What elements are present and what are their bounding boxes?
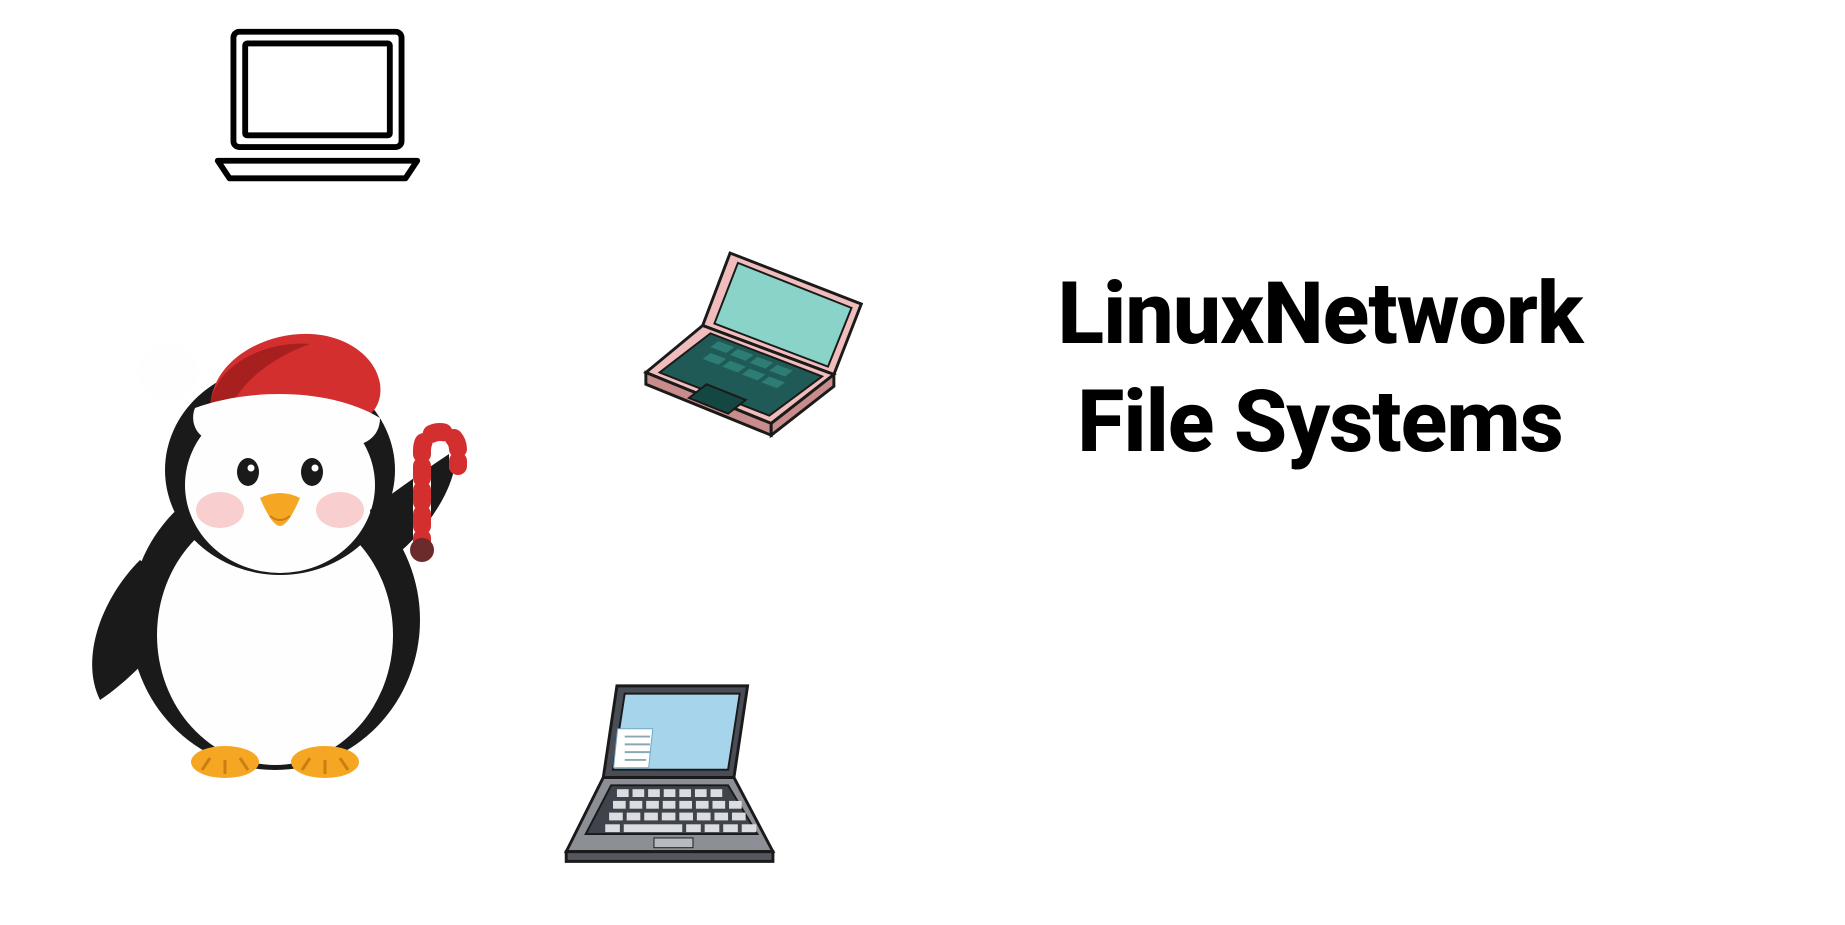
laptop-gray-icon (560, 680, 785, 875)
laptop-outline-icon (210, 22, 425, 192)
title-line-1: LinuxNetwork (920, 260, 1720, 368)
title-line-2: File Systems (920, 368, 1720, 476)
penguin-santa-icon (60, 300, 490, 780)
diagram-title: LinuxNetwork File Systems (920, 260, 1720, 475)
diagram-stage: LinuxNetwork File Systems (0, 0, 1845, 925)
laptop-isometric-pink-icon (640, 245, 875, 455)
